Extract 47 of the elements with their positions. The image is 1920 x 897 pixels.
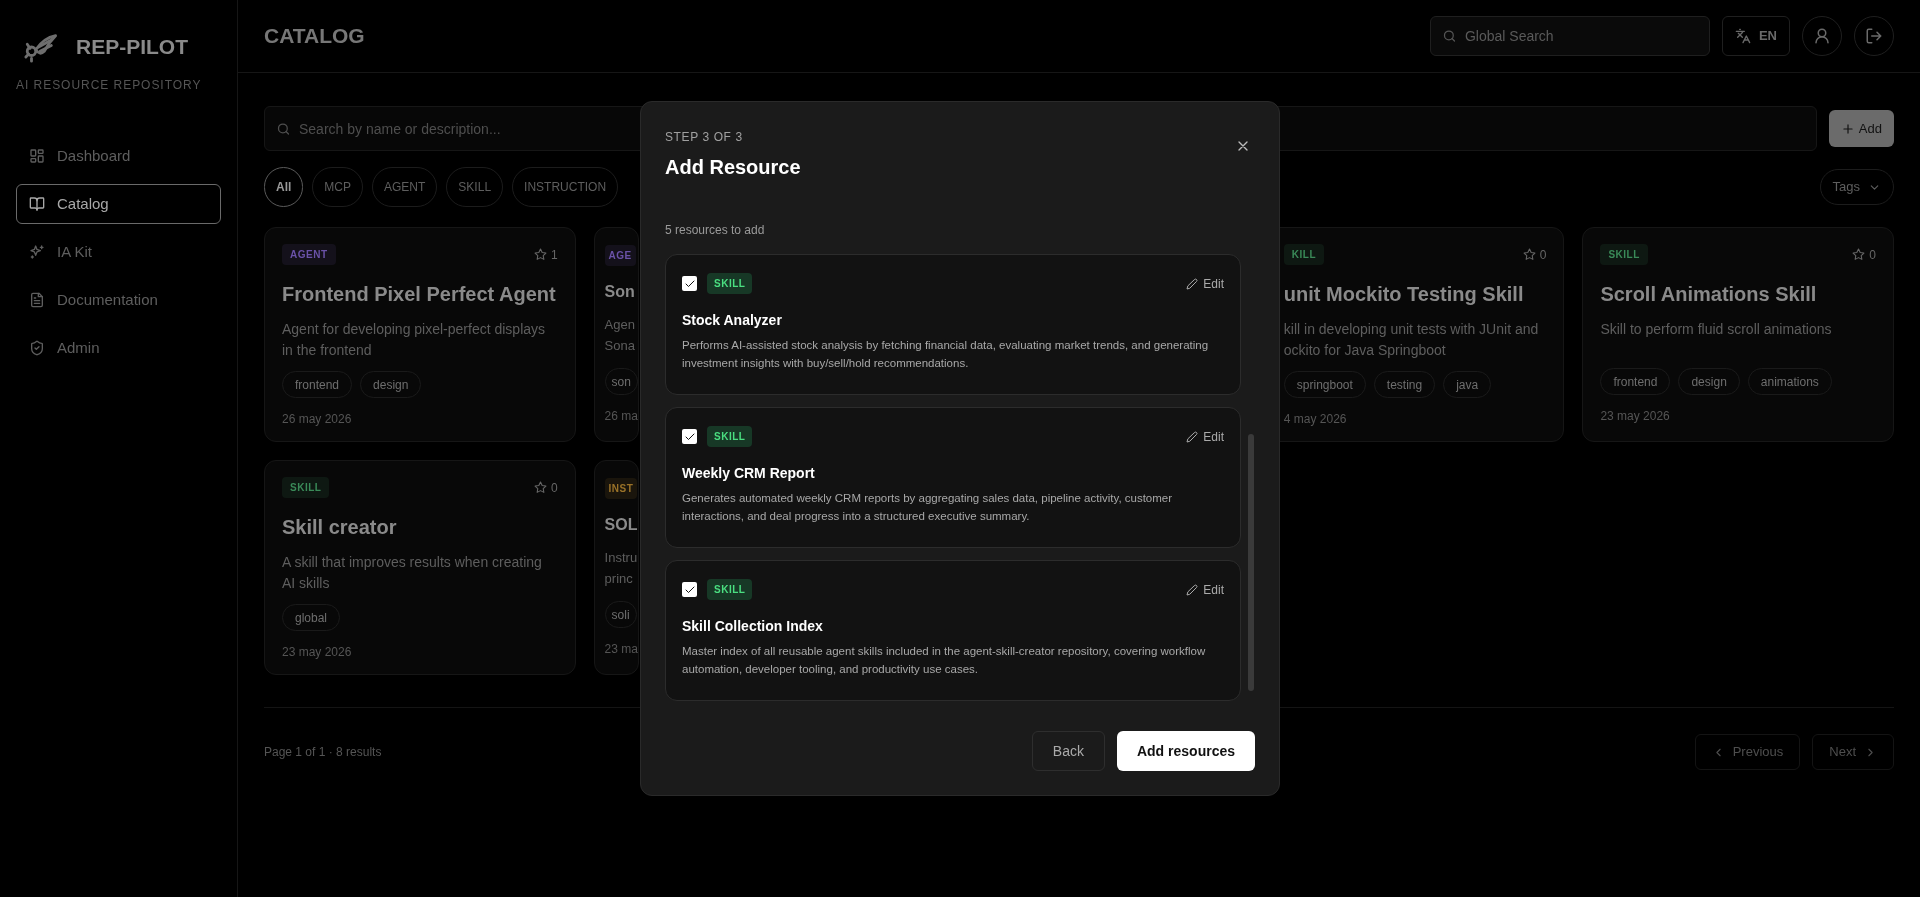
resource-title: Stock Analyzer — [682, 311, 783, 330]
card-title: Scroll Animations Skill — [1600, 282, 1817, 307]
type-badge: AGENT — [282, 244, 336, 265]
favorite-count: 0 — [1869, 246, 1876, 264]
card-date: 23 ma — [604, 641, 638, 658]
card-date: 4 may 2026 — [1283, 411, 1347, 428]
type-badge: SKILL — [1600, 244, 1648, 265]
type-badge: INST — [604, 477, 638, 499]
resource-description: Master index of all reusable agent skills included in the agent-skill-creator repository, covering workflow automation, developer tooling, and productivity use cases. — [682, 644, 1207, 677]
card-title: SOL — [604, 515, 638, 535]
card-description: Agen — [604, 316, 635, 334]
card-date: 26 ma — [604, 408, 638, 425]
type-badge: KILL — [1283, 244, 1324, 265]
card-date: 26 may 2026 — [282, 411, 352, 428]
dialog-title: Add Resource — [665, 155, 801, 180]
step-indicator: STEP 3 OF 3 — [665, 129, 743, 146]
favorite-count: 0 — [550, 479, 558, 497]
type-badge: AGE — [604, 244, 636, 266]
card-description: Skill to perform fluid scroll animations — [1600, 320, 1832, 339]
card-description: ockito for Java Springboot — [1283, 341, 1446, 360]
favorite-count: 0 — [1539, 246, 1547, 264]
card-description: princ — [604, 570, 633, 588]
resource-count: 5 resources to add — [665, 222, 766, 239]
pagination-summary: Page 1 of 1 · 8 results — [264, 744, 382, 761]
card-title: Frontend Pixel Perfect Agent — [282, 282, 556, 307]
resource-title: Weekly CRM Report — [682, 464, 816, 483]
card-title: Son — [604, 282, 635, 302]
page-title: CATALOG — [264, 23, 365, 50]
card-description: Sona — [604, 337, 635, 355]
type-badge: SKILL — [282, 477, 330, 498]
type-badge: SKILL — [707, 426, 753, 447]
card-description: A skill that improves results when creating AI skills — [282, 553, 543, 593]
card-description: Agent for developing pixel-perfect displays in the frontend — [282, 320, 547, 360]
card-description: kill in developing unit tests with JUnit and — [1283, 320, 1539, 339]
card-description: Instru — [604, 549, 638, 567]
card-date: 23 may 2026 — [1600, 408, 1670, 425]
brand-name: REP-PILOT — [76, 34, 188, 61]
brand-subtitle: AI RESOURCE REPOSITORY — [16, 77, 203, 94]
type-badge: SKILL — [707, 579, 753, 600]
type-badge: SKILL — [707, 273, 753, 294]
card-title: Skill creator — [282, 515, 397, 540]
resource-title: Skill Collection Index — [682, 617, 824, 636]
card-date: 23 may 2026 — [282, 644, 352, 661]
card-title: unit Mockito Testing Skill — [1283, 282, 1524, 307]
resource-description: Performs AI-assisted stock analysis by fetching financial data, evaluating market trends, and generating investment insights with buy/sell/hold recommendations. — [682, 338, 1210, 371]
resource-description: Generates automated weekly CRM reports by aggregating sales data, pipeline activity, customer interactions, and deal progress into a structured executive summary. — [682, 491, 1174, 524]
favorite-count: 1 — [550, 246, 558, 264]
